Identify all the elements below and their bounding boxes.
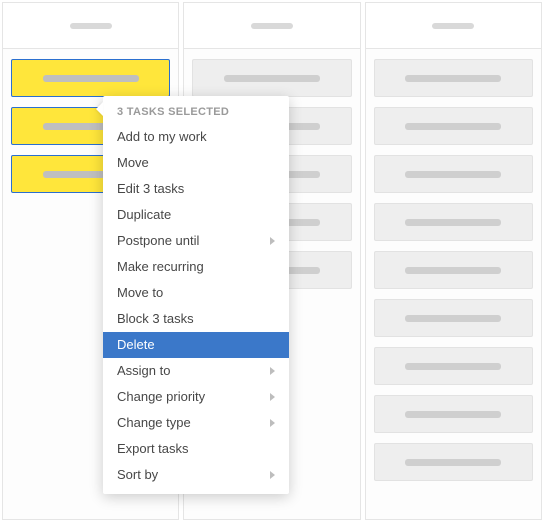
column-header[interactable] [184, 3, 359, 49]
chevron-right-icon [270, 393, 275, 401]
menu-item-delete[interactable]: Delete [103, 332, 289, 358]
menu-item-label: Change priority [117, 389, 205, 405]
menu-item-make-recurring[interactable]: Make recurring [103, 254, 289, 280]
menu-item-label: Postpone until [117, 233, 199, 249]
menu-item-label: Make recurring [117, 259, 204, 275]
task-title-placeholder [405, 123, 501, 130]
task-card[interactable] [374, 299, 533, 337]
task-card[interactable] [374, 395, 533, 433]
menu-item-label: Export tasks [117, 441, 189, 457]
task-title-placeholder [405, 459, 501, 466]
task-card[interactable] [374, 59, 533, 97]
menu-item-change-priority[interactable]: Change priority [103, 384, 289, 410]
context-menu-header: 3 TASKS SELECTED [103, 96, 289, 124]
task-title-placeholder [405, 363, 501, 370]
chevron-right-icon [270, 419, 275, 427]
task-card[interactable] [374, 251, 533, 289]
menu-item-label: Move [117, 155, 149, 171]
column-body [366, 49, 541, 519]
chevron-right-icon [270, 237, 275, 245]
context-menu[interactable]: 3 TASKS SELECTED Add to my work Move Edit … [103, 96, 289, 494]
menu-item-export-tasks[interactable]: Export tasks [103, 436, 289, 462]
column-title-placeholder [70, 23, 112, 29]
task-card[interactable] [374, 347, 533, 385]
menu-item-change-type[interactable]: Change type [103, 410, 289, 436]
menu-item-label: Add to my work [117, 129, 207, 145]
menu-item-label: Block 3 tasks [117, 311, 194, 327]
column-title-placeholder [432, 23, 474, 29]
menu-item-duplicate[interactable]: Duplicate [103, 202, 289, 228]
menu-item-add-to-my-work[interactable]: Add to my work [103, 124, 289, 150]
menu-item-label: Sort by [117, 467, 158, 483]
chevron-right-icon [270, 471, 275, 479]
menu-item-sort-by[interactable]: Sort by [103, 462, 289, 488]
task-card-selected[interactable] [11, 59, 170, 97]
menu-item-label: Duplicate [117, 207, 171, 223]
chevron-right-icon [270, 367, 275, 375]
menu-item-label: Move to [117, 285, 163, 301]
menu-item-move[interactable]: Move [103, 150, 289, 176]
task-title-placeholder [405, 75, 501, 82]
menu-item-label: Assign to [117, 363, 170, 379]
kanban-column [365, 2, 542, 520]
task-title-placeholder [405, 171, 501, 178]
task-card[interactable] [374, 107, 533, 145]
menu-item-label: Edit 3 tasks [117, 181, 184, 197]
task-title-placeholder [224, 75, 320, 82]
menu-item-assign-to[interactable]: Assign to [103, 358, 289, 384]
menu-item-label: Change type [117, 415, 191, 431]
task-card[interactable] [374, 443, 533, 481]
column-header[interactable] [366, 3, 541, 49]
task-title-placeholder [405, 315, 501, 322]
task-title-placeholder [405, 411, 501, 418]
task-card[interactable] [192, 59, 351, 97]
task-card[interactable] [374, 203, 533, 241]
column-title-placeholder [251, 23, 293, 29]
menu-item-move-to[interactable]: Move to [103, 280, 289, 306]
task-card[interactable] [374, 155, 533, 193]
menu-item-block-3-tasks[interactable]: Block 3 tasks [103, 306, 289, 332]
task-title-placeholder [405, 267, 501, 274]
menu-item-postpone-until[interactable]: Postpone until [103, 228, 289, 254]
column-header[interactable] [3, 3, 178, 49]
task-title-placeholder [43, 75, 139, 82]
menu-item-label: Delete [117, 337, 155, 353]
task-title-placeholder [405, 219, 501, 226]
menu-item-edit-3-tasks[interactable]: Edit 3 tasks [103, 176, 289, 202]
